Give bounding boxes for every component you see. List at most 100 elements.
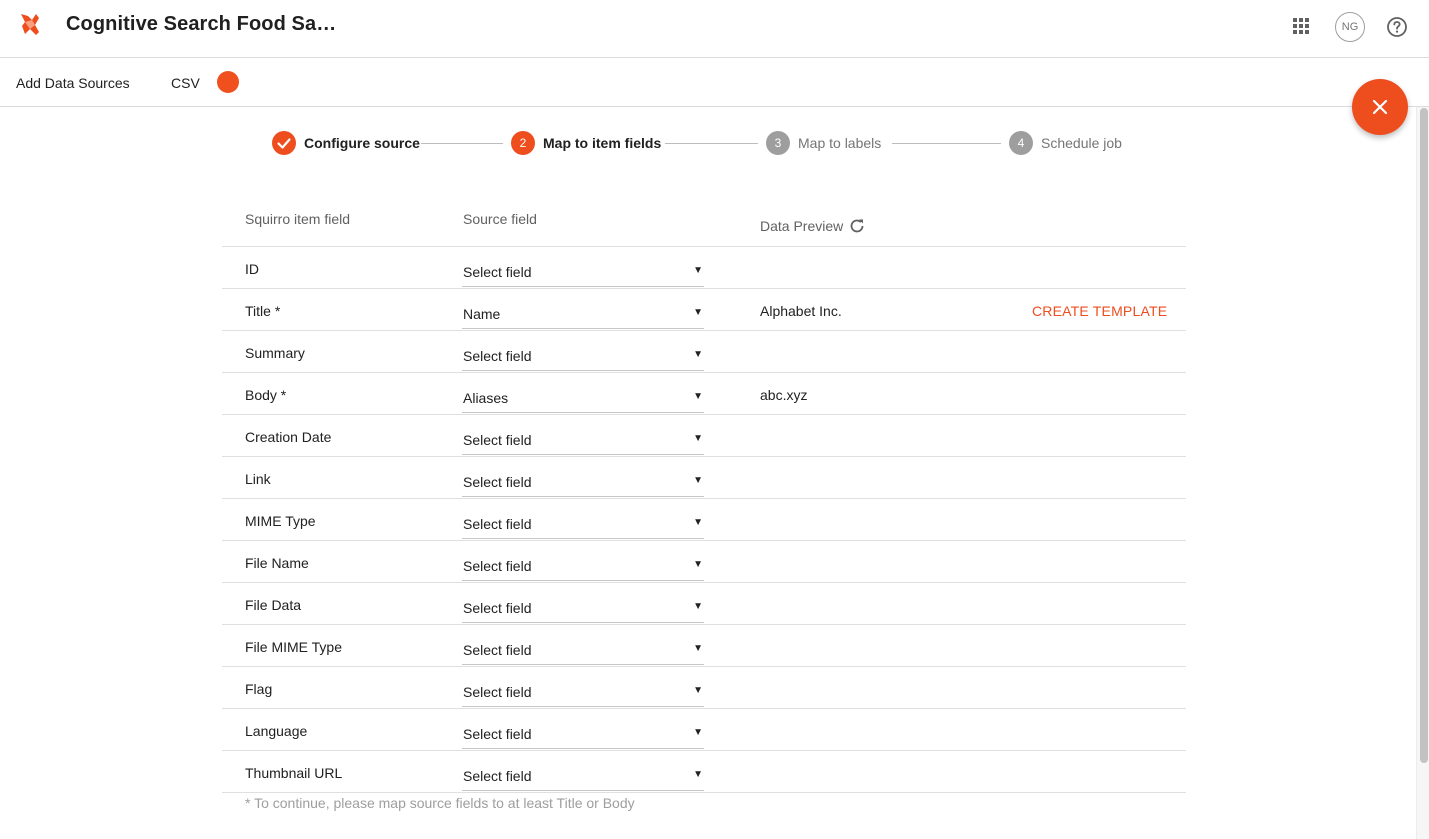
table-row: Thumbnail URL Select field ▼ [222,751,1186,793]
table-row: Flag Select field ▼ [222,667,1186,709]
source-field-select[interactable]: Aliases ▼ [462,381,704,413]
step-map-labels[interactable]: 3 Map to labels [766,129,881,157]
table-row: File MIME Type Select field ▼ [222,625,1186,667]
source-field-value: Select field [463,642,532,658]
create-template-button[interactable]: CREATE TEMPLATE [1032,303,1167,319]
close-button[interactable] [1352,79,1408,135]
squirrel-logo-icon[interactable] [16,10,44,38]
source-field-value: Select field [463,684,532,700]
source-field-value: Select field [463,264,532,280]
step-label: Map to labels [798,135,882,151]
step-map-item-fields[interactable]: 2 Map to item fields [511,129,661,157]
user-avatar[interactable]: NG [1335,12,1365,42]
caret-down-icon: ▼ [693,685,703,696]
table-row: Body * Aliases ▼ abc.xyz [222,373,1186,415]
source-field-value: Select field [463,726,532,742]
source-field-value: Select field [463,768,532,784]
item-field-label: ID [245,261,259,277]
step-label: Map to item fields [543,135,662,151]
source-field-value: Select field [463,600,532,616]
table-row: MIME Type Select field ▼ [222,499,1186,541]
item-field-label: Title * [245,303,281,319]
data-preview-value: abc.xyz [760,387,808,403]
refresh-icon[interactable] [848,217,866,235]
step-connector [892,143,1001,144]
caret-down-icon: ▼ [693,433,703,444]
caret-down-icon: ▼ [693,475,703,486]
source-field-value: Select field [463,348,532,364]
source-field-select[interactable]: Select field ▼ [462,339,704,371]
source-field-select[interactable]: Select field ▼ [462,717,704,749]
source-field-select[interactable]: Select field ▼ [462,255,704,287]
source-field-value: Select field [463,474,532,490]
item-field-label: MIME Type [245,513,316,529]
source-field-select[interactable]: Select field ▼ [462,675,704,707]
caret-down-icon: ▼ [693,559,703,570]
step-schedule-job[interactable]: 4 Schedule job [1009,129,1122,157]
source-field-value: Select field [463,558,532,574]
caret-down-icon: ▼ [693,307,703,318]
source-type-label: CSV [171,75,200,91]
caret-down-icon: ▼ [693,349,703,360]
source-field-select[interactable]: Name ▼ [462,297,704,329]
source-field-select[interactable]: Select field ▼ [462,423,704,455]
mapping-footnote: * To continue, please map source fields … [245,795,635,811]
header-item-field: Squirro item field [245,211,351,227]
check-icon [272,131,296,155]
table-row: Title * Name ▼ Alphabet Inc. CREATE TEMPLATE [222,289,1186,331]
caret-down-icon: ▼ [693,265,703,276]
caret-down-icon: ▼ [693,643,703,654]
header-source-field: Source field [463,211,537,227]
sub-header-title: Add Data Sources [16,75,130,91]
caret-down-icon: ▼ [693,727,703,738]
source-field-select[interactable]: Select field ▼ [462,549,704,581]
wizard-stepper: Configure source 2 Map to item fields 3 … [0,129,1429,159]
source-field-select[interactable]: Select field ▼ [462,465,704,497]
top-app-bar: Cognitive Search Food Sa… NG [0,0,1429,58]
table-row: Link Select field ▼ [222,457,1186,499]
item-field-label: Link [245,471,271,487]
step-number: 2 [511,131,535,155]
source-field-select[interactable]: Select field ▼ [462,507,704,539]
table-row: ID Select field ▼ [222,247,1186,289]
source-field-value: Select field [463,432,532,448]
source-field-value: Aliases [463,390,509,406]
table-header: Squirro item field Source field Data Pre… [222,186,1186,247]
close-icon [1372,99,1388,115]
item-field-label: Language [245,723,308,739]
sub-header: Add Data Sources CSV [0,58,1429,107]
source-field-select[interactable]: Select field ▼ [462,759,704,791]
table-row: File Data Select field ▼ [222,583,1186,625]
item-field-label: File MIME Type [245,639,342,655]
source-status-dot [217,71,239,93]
table-row: Language Select field ▼ [222,709,1186,751]
table-row: Creation Date Select field ▼ [222,415,1186,457]
header-data-preview: Data Preview [760,218,844,234]
step-number: 3 [766,131,790,155]
source-field-select[interactable]: Select field ▼ [462,591,704,623]
step-label: Configure source [304,135,420,151]
source-field-select[interactable]: Select field ▼ [462,633,704,665]
step-connector [665,143,758,144]
scrollbar-thumb[interactable] [1420,108,1428,763]
source-field-value: Name [463,306,501,322]
table-row: Summary Select field ▼ [222,331,1186,373]
item-field-label: Flag [245,681,273,697]
step-label: Schedule job [1041,135,1122,151]
step-number: 4 [1009,131,1033,155]
step-configure-source[interactable]: Configure source [272,129,420,157]
table-row: File Name Select field ▼ [222,541,1186,583]
step-connector [421,143,503,144]
item-field-label: Summary [245,345,305,361]
caret-down-icon: ▼ [693,601,703,612]
caret-down-icon: ▼ [693,517,703,528]
item-field-label: File Data [245,597,302,613]
caret-down-icon: ▼ [693,769,703,780]
app-title: Cognitive Search Food Sa… [66,13,337,35]
caret-down-icon: ▼ [693,391,703,402]
source-field-value: Select field [463,516,532,532]
help-circle-icon[interactable] [1386,16,1408,38]
apps-grid-icon[interactable] [1292,17,1310,35]
data-preview-value: Alphabet Inc. [760,303,842,319]
item-field-label: File Name [245,555,309,571]
